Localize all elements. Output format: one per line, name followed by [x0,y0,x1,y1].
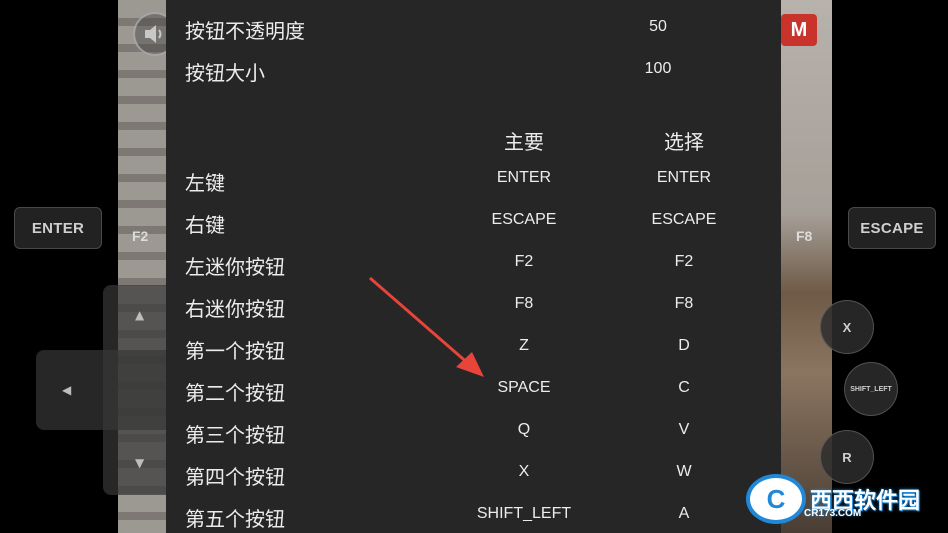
row-main-key[interactable]: Q [444,421,604,439]
dpad-horizontal[interactable] [36,350,176,430]
row-alt-key[interactable]: ENTER [604,169,764,187]
row-alt-key[interactable]: A [604,505,764,523]
size-value[interactable]: 100 [578,60,738,78]
row-alt-key[interactable]: C [604,379,764,397]
watermark-site: CR173.COM [804,508,862,519]
x-button[interactable]: X [820,300,874,354]
header-main: 主要 [504,130,544,154]
watermark: C 西西软件园 CR173.COM [746,474,936,524]
key-mapping-dialog: 按钮不透明度 50 按钮大小 100 主要 选择 左键 ENTER ENTER 右键 E… [166,0,781,533]
row-main-key[interactable]: SHIFT_LEFT [444,505,604,523]
arrow-up-icon[interactable]: ▲ [135,308,144,322]
header-alt: 选择 [664,130,704,154]
row-label: 第五个按钮 [185,507,285,531]
size-label: 按钮大小 [185,61,265,85]
row-label: 第二个按钮 [185,381,285,405]
row-alt-key[interactable]: D [604,337,764,355]
row-label: 右迷你按钮 [185,297,285,321]
watermark-logo-icon: C [746,474,806,524]
row-alt-key[interactable]: V [604,421,764,439]
f2-button[interactable]: F2 [132,228,148,244]
row-label: 右键 [185,213,225,237]
speaker-icon [145,25,162,43]
game-badge: M [781,14,817,46]
row-label: 第四个按钮 [185,465,285,489]
row-label: 左迷你按钮 [185,255,285,279]
annotation-arrow-icon [369,276,484,377]
row-label: 左键 [185,171,225,195]
row-main-key[interactable]: ESCAPE [444,211,604,229]
row-main-key[interactable]: ENTER [444,169,604,187]
row-main-key[interactable]: X [444,463,604,481]
arrow-left-icon[interactable]: ◀ [62,383,71,397]
row-label: 第一个按钮 [185,339,285,363]
row-alt-key[interactable]: F8 [604,295,764,313]
row-label: 第三个按钮 [185,423,285,447]
escape-button[interactable]: ESCAPE [848,207,936,249]
row-alt-key[interactable]: W [604,463,764,481]
row-alt-key[interactable]: ESCAPE [604,211,764,229]
enter-button[interactable]: ENTER [14,207,102,249]
opacity-label: 按钮不透明度 [185,19,305,43]
row-alt-key[interactable]: F2 [604,253,764,271]
shift-left-button[interactable]: SHIFT_LEFT [844,362,898,416]
f8-button[interactable]: F8 [796,228,812,244]
arrow-down-icon[interactable]: ▼ [135,456,144,470]
opacity-value[interactable]: 50 [578,18,738,36]
row-main-key[interactable]: F2 [444,253,604,271]
